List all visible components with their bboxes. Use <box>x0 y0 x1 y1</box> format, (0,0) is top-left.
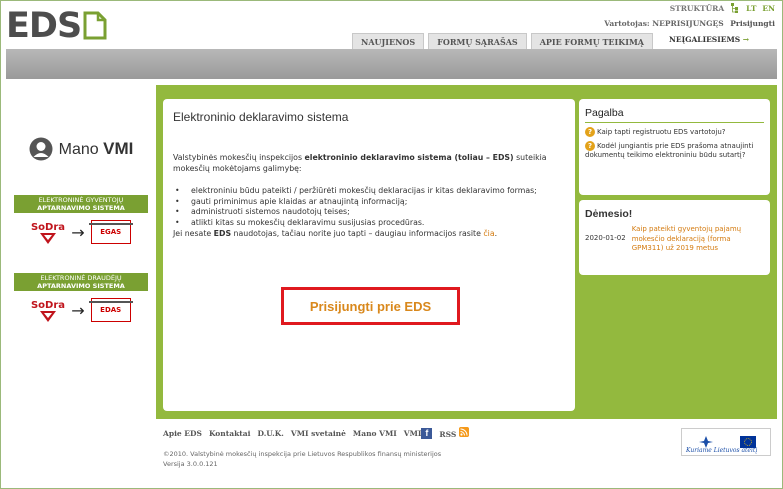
footer-link-vmi-label: VMI <box>403 428 422 438</box>
version-text: Versija 3.0.0.121 <box>163 460 218 468</box>
list-item: elektroniniu būdu pateikti / peržiūrėti … <box>173 186 565 197</box>
list-item: gauti priminimus apie klaidas ar atnauji… <box>173 197 565 208</box>
footer-copyright: ©2010. Valstybinė mokesčių inspekcija pr… <box>163 449 441 469</box>
footer-link-rss[interactable]: RSS <box>439 427 469 439</box>
footer-link-apie-eds[interactable]: Apie EDS <box>163 429 202 438</box>
egas-banner[interactable]: ELEKTRONINĖ GYVENTOJŲ APTARNAVIMO SISTEM… <box>8 190 154 259</box>
mano-brand: VMI <box>103 139 134 158</box>
intro-bold: elektroninio deklaravimo sistema (toliau… <box>304 153 514 162</box>
user-avatar-icon <box>29 137 53 161</box>
help-link-label: Kaip tapti registruotu EDS vartotoju? <box>597 128 726 136</box>
page-title: Elektroninio deklaravimo sistema <box>173 110 349 124</box>
document-icon <box>83 11 107 40</box>
list-item: administruoti sistemos naudotojų teises; <box>173 207 565 218</box>
logo-text: EDS <box>6 6 82 46</box>
egas-title-line2: APTARNAVIMO SISTEMA <box>37 204 125 212</box>
rss-icon <box>458 427 469 437</box>
lang-en-link[interactable]: EN <box>762 4 775 13</box>
top-right-bar: STRUKTŪRA LT EN <box>670 3 775 13</box>
accessibility-label: NEĮGALIESIEMS <box>669 35 741 44</box>
egas-title: ELEKTRONINĖ GYVENTOJŲ APTARNAVIMO SISTEM… <box>14 195 148 213</box>
login-link[interactable]: Prisijungti <box>730 19 775 28</box>
help-link-agreement[interactable]: ? Kodėl jungiantis prie EDS prašoma atnau… <box>585 141 764 160</box>
left-column: Mano VMI ELEKTRONINĖ GYVENTOJŲ APTARNAVI… <box>6 106 156 419</box>
footer-link-kontaktai[interactable]: Kontaktai <box>209 429 251 438</box>
tab-naujienos[interactable]: NAUJIENOS <box>352 33 425 49</box>
help-title: Pagalba <box>585 107 764 123</box>
egas-logos: SoDra → EGAS <box>8 219 154 245</box>
footer-link-mano-vmi[interactable]: Mano VMI <box>353 429 397 438</box>
lang-lt-link[interactable]: LT <box>746 4 756 13</box>
accessibility-link[interactable]: NEĮGALIESIEMS → <box>669 35 749 44</box>
news-item: 2020-01-02 Kaip pateikti gyventojų pajam… <box>585 225 764 254</box>
help-panel: Pagalba ? Kaip tapti registruotu EDS vart… <box>579 99 770 195</box>
sodra-logo-icon: SoDra <box>31 222 65 244</box>
eu-slogan: Kuriame Lietuvos ateitį <box>686 447 758 454</box>
footer-link-rss-label: RSS <box>439 430 457 439</box>
login-eds-button[interactable]: Prisijungti prie EDS <box>281 287 460 325</box>
more-info-text: Jei nesate EDS naudotojas, tačiau norite… <box>173 228 565 239</box>
news-date: 2020-01-02 <box>585 234 626 242</box>
intro-pre: Valstybinės mokesčių inspekcijos <box>173 153 305 162</box>
more-post: . <box>494 229 498 238</box>
arrow-right-icon: → <box>71 300 85 320</box>
list-item: atlikti kitas su mokesčių deklaravimu su… <box>173 218 565 229</box>
attention-panel: Dėmesio! 2020-01-02 Kaip pateikti gyvent… <box>579 200 770 275</box>
svg-text:SoDra: SoDra <box>31 222 65 233</box>
egas-logo: EGAS <box>88 220 133 244</box>
arrow-right-icon: → <box>742 35 750 44</box>
egas-title-line1: ELEKTRONINĖ GYVENTOJŲ <box>38 196 124 204</box>
edas-title: ELEKTRONINĖ DRAUDĖJŲ APTARNAVIMO SISTEMA <box>14 273 148 291</box>
edas-title-line1: ELEKTRONINĖ DRAUDĖJŲ <box>40 274 122 282</box>
intro-text: Valstybinės mokesčių inspekcijos elektro… <box>173 152 565 174</box>
user-status: Vartotojas: NEPRISIJUNGĘS Prisijungti <box>604 19 775 28</box>
edas-logo: EDAS <box>88 298 133 322</box>
footer-link-vmi-facebook[interactable]: VMI f <box>403 427 433 439</box>
edas-banner[interactable]: ELEKTRONINĖ DRAUDĖJŲ APTARNAVIMO SISTEMA… <box>8 268 154 337</box>
question-icon: ? <box>585 141 595 151</box>
copyright-text: ©2010. Valstybinė mokesčių inspekcija pr… <box>163 450 442 458</box>
mano-vmi-label: Mano VMI <box>59 139 134 159</box>
more-info-link[interactable]: čia <box>483 229 494 238</box>
mano-prefix: Mano <box>58 141 99 158</box>
help-link-register[interactable]: ? Kaip tapti registruotu EDS vartotoju? <box>585 127 764 137</box>
edas-logos: SoDra → EDAS <box>8 297 154 323</box>
header-banner <box>6 49 777 79</box>
footer-links: Apie EDS Kontaktai D.U.K. VMI svetainė M… <box>163 427 469 439</box>
edas-title-line2: APTARNAVIMO SISTEMA <box>37 282 125 290</box>
main-tabs: NAUJIENOS FORMŲ SĄRAŠAS APIE FORMŲ TEIKI… <box>352 33 654 49</box>
left-spacer <box>6 85 156 102</box>
svg-text:SoDra: SoDra <box>31 300 65 311</box>
more-bold: EDS <box>213 229 232 238</box>
news-link[interactable]: Kaip pateikti gyventojų pajamų mokesčio … <box>632 225 764 254</box>
sodra-logo-icon: SoDra <box>31 300 65 322</box>
tab-apie-formu-teikima[interactable]: APIE FORMŲ TEIKIMĄ <box>530 33 654 49</box>
more-pre: Jei nesate <box>173 229 214 238</box>
eds-logo[interactable]: EDS <box>6 8 107 44</box>
facebook-icon: f <box>421 427 433 439</box>
footer-link-vmi-svetaine[interactable]: VMI svetainė <box>291 429 346 438</box>
question-icon: ? <box>585 127 595 137</box>
main-panel: Elektroninio deklaravimo sistema Valstyb… <box>163 99 575 411</box>
attention-title: Dėmesio! <box>585 208 633 220</box>
feature-list: elektroniniu būdu pateikti / peržiūrėti … <box>173 186 565 228</box>
footer-link-duk[interactable]: D.U.K. <box>257 429 283 438</box>
arrow-right-icon: → <box>71 222 85 242</box>
tab-formu-sarasas[interactable]: FORMŲ SĄRAŠAS <box>428 33 527 49</box>
eu-funds-logo[interactable]: Kuriame Lietuvos ateitį <box>681 428 771 456</box>
user-label: Vartotojas: NEPRISIJUNGĘS <box>604 19 724 28</box>
help-link-label: Kodėl jungiantis prie EDS prašoma atnauj… <box>585 142 754 159</box>
structure-link[interactable]: STRUKTŪRA <box>670 4 724 13</box>
structure-icon <box>731 3 739 13</box>
mano-vmi-banner[interactable]: Mano VMI <box>8 112 154 186</box>
more-mid: naudotojas, tačiau norite juo tapti – da… <box>231 229 484 238</box>
